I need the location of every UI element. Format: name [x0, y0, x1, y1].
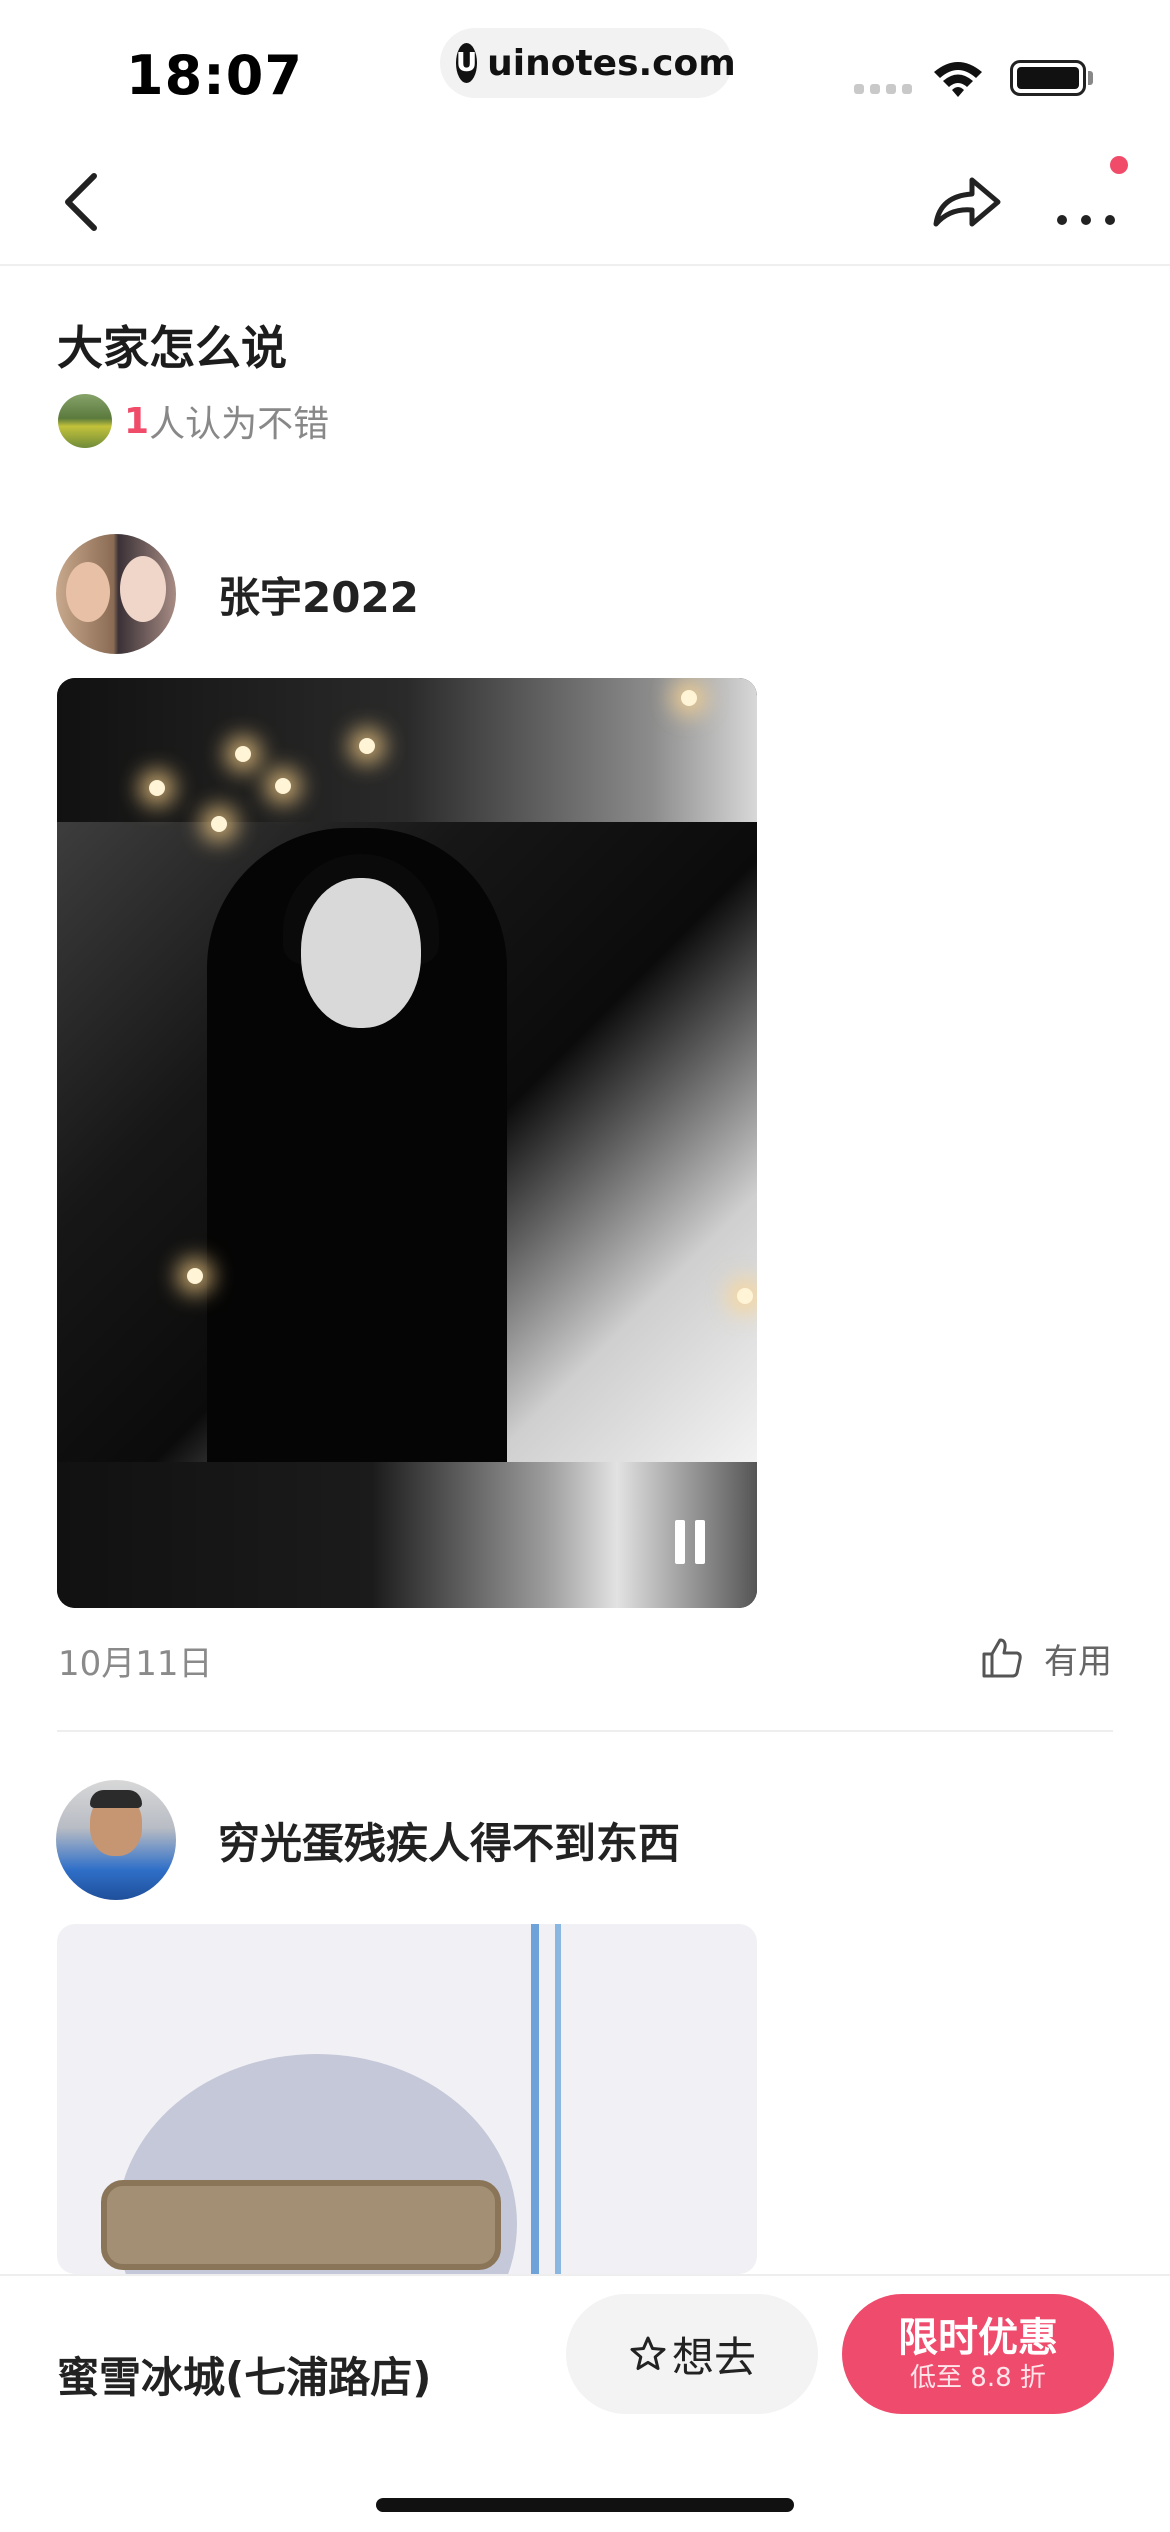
chevron-left-icon[interactable]	[44, 162, 124, 242]
deal-title: 限时优惠	[898, 2315, 1058, 2361]
avatar[interactable]	[56, 1780, 176, 1900]
review-photo[interactable]	[57, 1924, 757, 2274]
useful-label: 有用	[1044, 1641, 1112, 1682]
review-username[interactable]: 张宇2022	[218, 564, 419, 625]
limited-offer-button[interactable]: 限时优惠 低至 8.8 折	[842, 2294, 1114, 2414]
url-pill[interactable]: U uinotes.com	[440, 28, 736, 98]
recommend-text: 人认为不错	[149, 404, 330, 445]
review-divider	[57, 1730, 1113, 1732]
share-arrow-icon[interactable]	[924, 162, 1008, 242]
want-label: 想去	[671, 2332, 756, 2382]
cellular-signal-icon	[854, 84, 912, 94]
battery-cap	[1088, 71, 1093, 85]
status-bar: 18:07 U uinotes.com	[0, 0, 1170, 140]
more-dots-icon[interactable]	[1046, 162, 1126, 242]
pause-icon[interactable]	[675, 1520, 715, 1564]
home-indicator[interactable]	[376, 2498, 794, 2512]
site-logo-icon: U	[456, 43, 478, 83]
review-header: 张宇2022	[56, 534, 419, 654]
review-date: 10月11日	[58, 1644, 213, 1684]
review-username[interactable]: 穷光蛋残疾人得不到东西	[218, 1810, 680, 1871]
deal-subtitle: 低至 8.8 折	[910, 2363, 1046, 2393]
recommend-summary[interactable]: 1 人认为不错	[58, 394, 329, 448]
status-time: 18:07	[126, 44, 303, 107]
section-title: 大家怎么说	[57, 321, 287, 375]
useful-button[interactable]: 有用	[980, 1628, 1112, 1688]
recommend-count: 1	[124, 400, 150, 442]
wifi-icon	[934, 62, 982, 97]
want-to-go-button[interactable]: 想去	[566, 2294, 818, 2414]
review-header: 穷光蛋残疾人得不到东西	[56, 1780, 680, 1900]
avatar[interactable]	[56, 534, 176, 654]
battery-icon	[1010, 60, 1086, 96]
thumbs-up-icon	[982, 1638, 1022, 1678]
nav-bar	[0, 140, 1170, 266]
url-text: uinotes.com	[487, 42, 736, 84]
bottom-action-bar: 蜜雪冰城(七浦路店) 想去 限时优惠 低至 8.8 折	[0, 2274, 1170, 2532]
avatar	[58, 394, 112, 448]
store-name[interactable]: 蜜雪冰城(七浦路店)	[57, 2344, 431, 2405]
review-video[interactable]	[57, 678, 757, 1608]
notification-dot	[1110, 156, 1128, 174]
star-icon	[630, 2336, 666, 2370]
